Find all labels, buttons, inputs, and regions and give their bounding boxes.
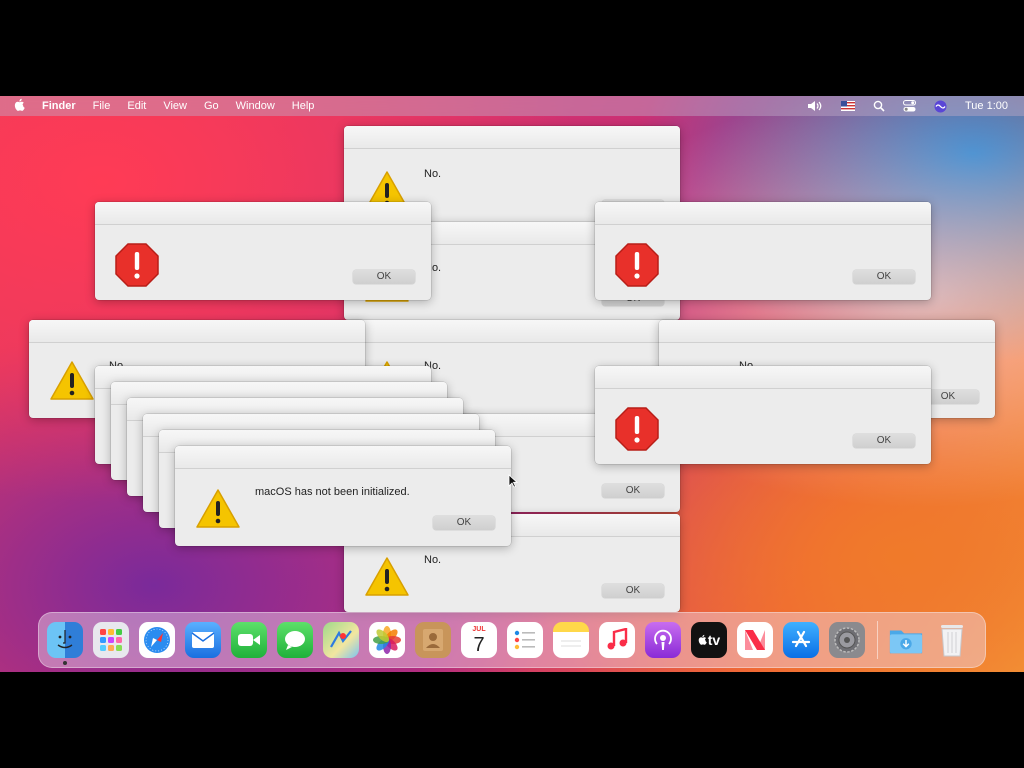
mouse-cursor-icon xyxy=(508,474,519,493)
dialog-titlebar[interactable] xyxy=(344,126,680,149)
warning-icon xyxy=(49,360,95,402)
dialog-message: macOS has not been initialized. xyxy=(255,486,410,498)
calendar-month: JUL xyxy=(472,626,486,633)
tv-label: tv xyxy=(707,632,721,648)
tv-icon: tv xyxy=(698,632,720,648)
downloads-folder-icon xyxy=(889,630,923,654)
dock-facetime[interactable] xyxy=(231,622,267,658)
messages-icon xyxy=(285,631,305,650)
ok-button[interactable]: OK xyxy=(602,584,664,598)
alert-dialog-front: macOS has not been initialized. OK xyxy=(175,446,511,546)
photos-icon xyxy=(373,626,401,654)
dock-maps[interactable] xyxy=(323,622,359,658)
volume-icon[interactable] xyxy=(807,100,823,112)
launchpad-icon xyxy=(100,629,122,651)
desktop: Finder File Edit View Go Window Help Tue… xyxy=(0,96,1024,672)
calendar-day: 7 xyxy=(473,634,485,656)
menu-help[interactable]: Help xyxy=(292,100,315,112)
dock-notes[interactable] xyxy=(553,622,589,658)
news-icon xyxy=(745,630,765,650)
dock-podcasts[interactable] xyxy=(645,622,681,658)
reminders-icon xyxy=(514,630,535,650)
warning-icon xyxy=(195,488,241,530)
running-indicator xyxy=(63,661,67,665)
notes-icon xyxy=(561,640,581,647)
flag-us-icon[interactable] xyxy=(840,101,855,111)
dialog-titlebar[interactable] xyxy=(95,202,431,225)
menu-file[interactable]: File xyxy=(93,100,111,112)
dock-news[interactable] xyxy=(737,622,773,658)
siri-icon[interactable] xyxy=(934,100,947,113)
apple-menu-icon[interactable] xyxy=(14,98,25,114)
ok-button[interactable]: OK xyxy=(853,434,915,448)
dock-system-preferences[interactable] xyxy=(829,622,865,658)
ok-button[interactable]: OK xyxy=(353,270,415,284)
contacts-icon xyxy=(423,629,443,651)
dialog-message: No. xyxy=(424,168,442,180)
dock: JUL 7 tv xyxy=(38,612,986,668)
menu-go[interactable]: Go xyxy=(204,100,219,112)
music-icon xyxy=(607,628,628,650)
dock-mail[interactable] xyxy=(185,622,221,658)
dock-separator xyxy=(877,621,878,659)
warning-icon xyxy=(364,556,410,598)
finder-icon xyxy=(57,630,73,649)
app-store-icon xyxy=(791,630,811,648)
dock-calendar[interactable]: JUL 7 xyxy=(461,622,497,658)
mail-icon xyxy=(191,632,215,648)
safari-icon xyxy=(144,627,170,653)
dialog-message: No. xyxy=(424,554,442,566)
stop-icon xyxy=(115,243,159,287)
error-dialog: OK xyxy=(95,202,431,300)
maps-icon xyxy=(330,630,352,648)
dock-reminders[interactable] xyxy=(507,622,543,658)
dialog-titlebar[interactable] xyxy=(595,202,931,225)
dock-finder[interactable] xyxy=(47,622,83,665)
stop-icon xyxy=(615,243,659,287)
dialog-titlebar[interactable] xyxy=(344,320,680,343)
facetime-icon xyxy=(238,634,260,646)
dialog-titlebar[interactable] xyxy=(595,366,931,389)
dock-app-store[interactable] xyxy=(783,622,819,658)
dock-safari[interactable] xyxy=(139,622,175,658)
control-center-icon[interactable] xyxy=(902,100,916,112)
trash-icon xyxy=(941,625,963,657)
menu-edit[interactable]: Edit xyxy=(127,100,146,112)
dock-contacts[interactable] xyxy=(415,622,451,658)
dock-trash[interactable] xyxy=(934,622,970,658)
error-dialog: OK xyxy=(595,366,931,464)
menu-window[interactable]: Window xyxy=(236,100,275,112)
stop-icon xyxy=(615,407,659,451)
ok-button[interactable]: OK xyxy=(602,484,664,498)
podcasts-icon xyxy=(654,629,672,650)
dock-music[interactable] xyxy=(599,622,635,658)
dock-photos[interactable] xyxy=(369,622,405,658)
dock-tv[interactable]: tv xyxy=(691,622,727,658)
menu-finder[interactable]: Finder xyxy=(42,100,76,112)
menu-clock[interactable]: Tue 1:00 xyxy=(965,100,1008,112)
ok-button[interactable]: OK xyxy=(853,270,915,284)
dock-downloads[interactable] xyxy=(888,622,924,658)
dock-launchpad[interactable] xyxy=(93,622,129,658)
gear-icon xyxy=(834,627,860,653)
spotlight-icon[interactable] xyxy=(873,100,885,112)
error-dialog: OK xyxy=(595,202,931,300)
dialog-titlebar[interactable] xyxy=(29,320,365,343)
dock-messages[interactable] xyxy=(277,622,313,658)
ok-button[interactable]: OK xyxy=(433,516,495,530)
dialog-titlebar[interactable] xyxy=(175,446,511,469)
dialog-titlebar[interactable] xyxy=(659,320,995,343)
menu-view[interactable]: View xyxy=(163,100,187,112)
menu-bar: Finder File Edit View Go Window Help Tue… xyxy=(0,96,1024,116)
